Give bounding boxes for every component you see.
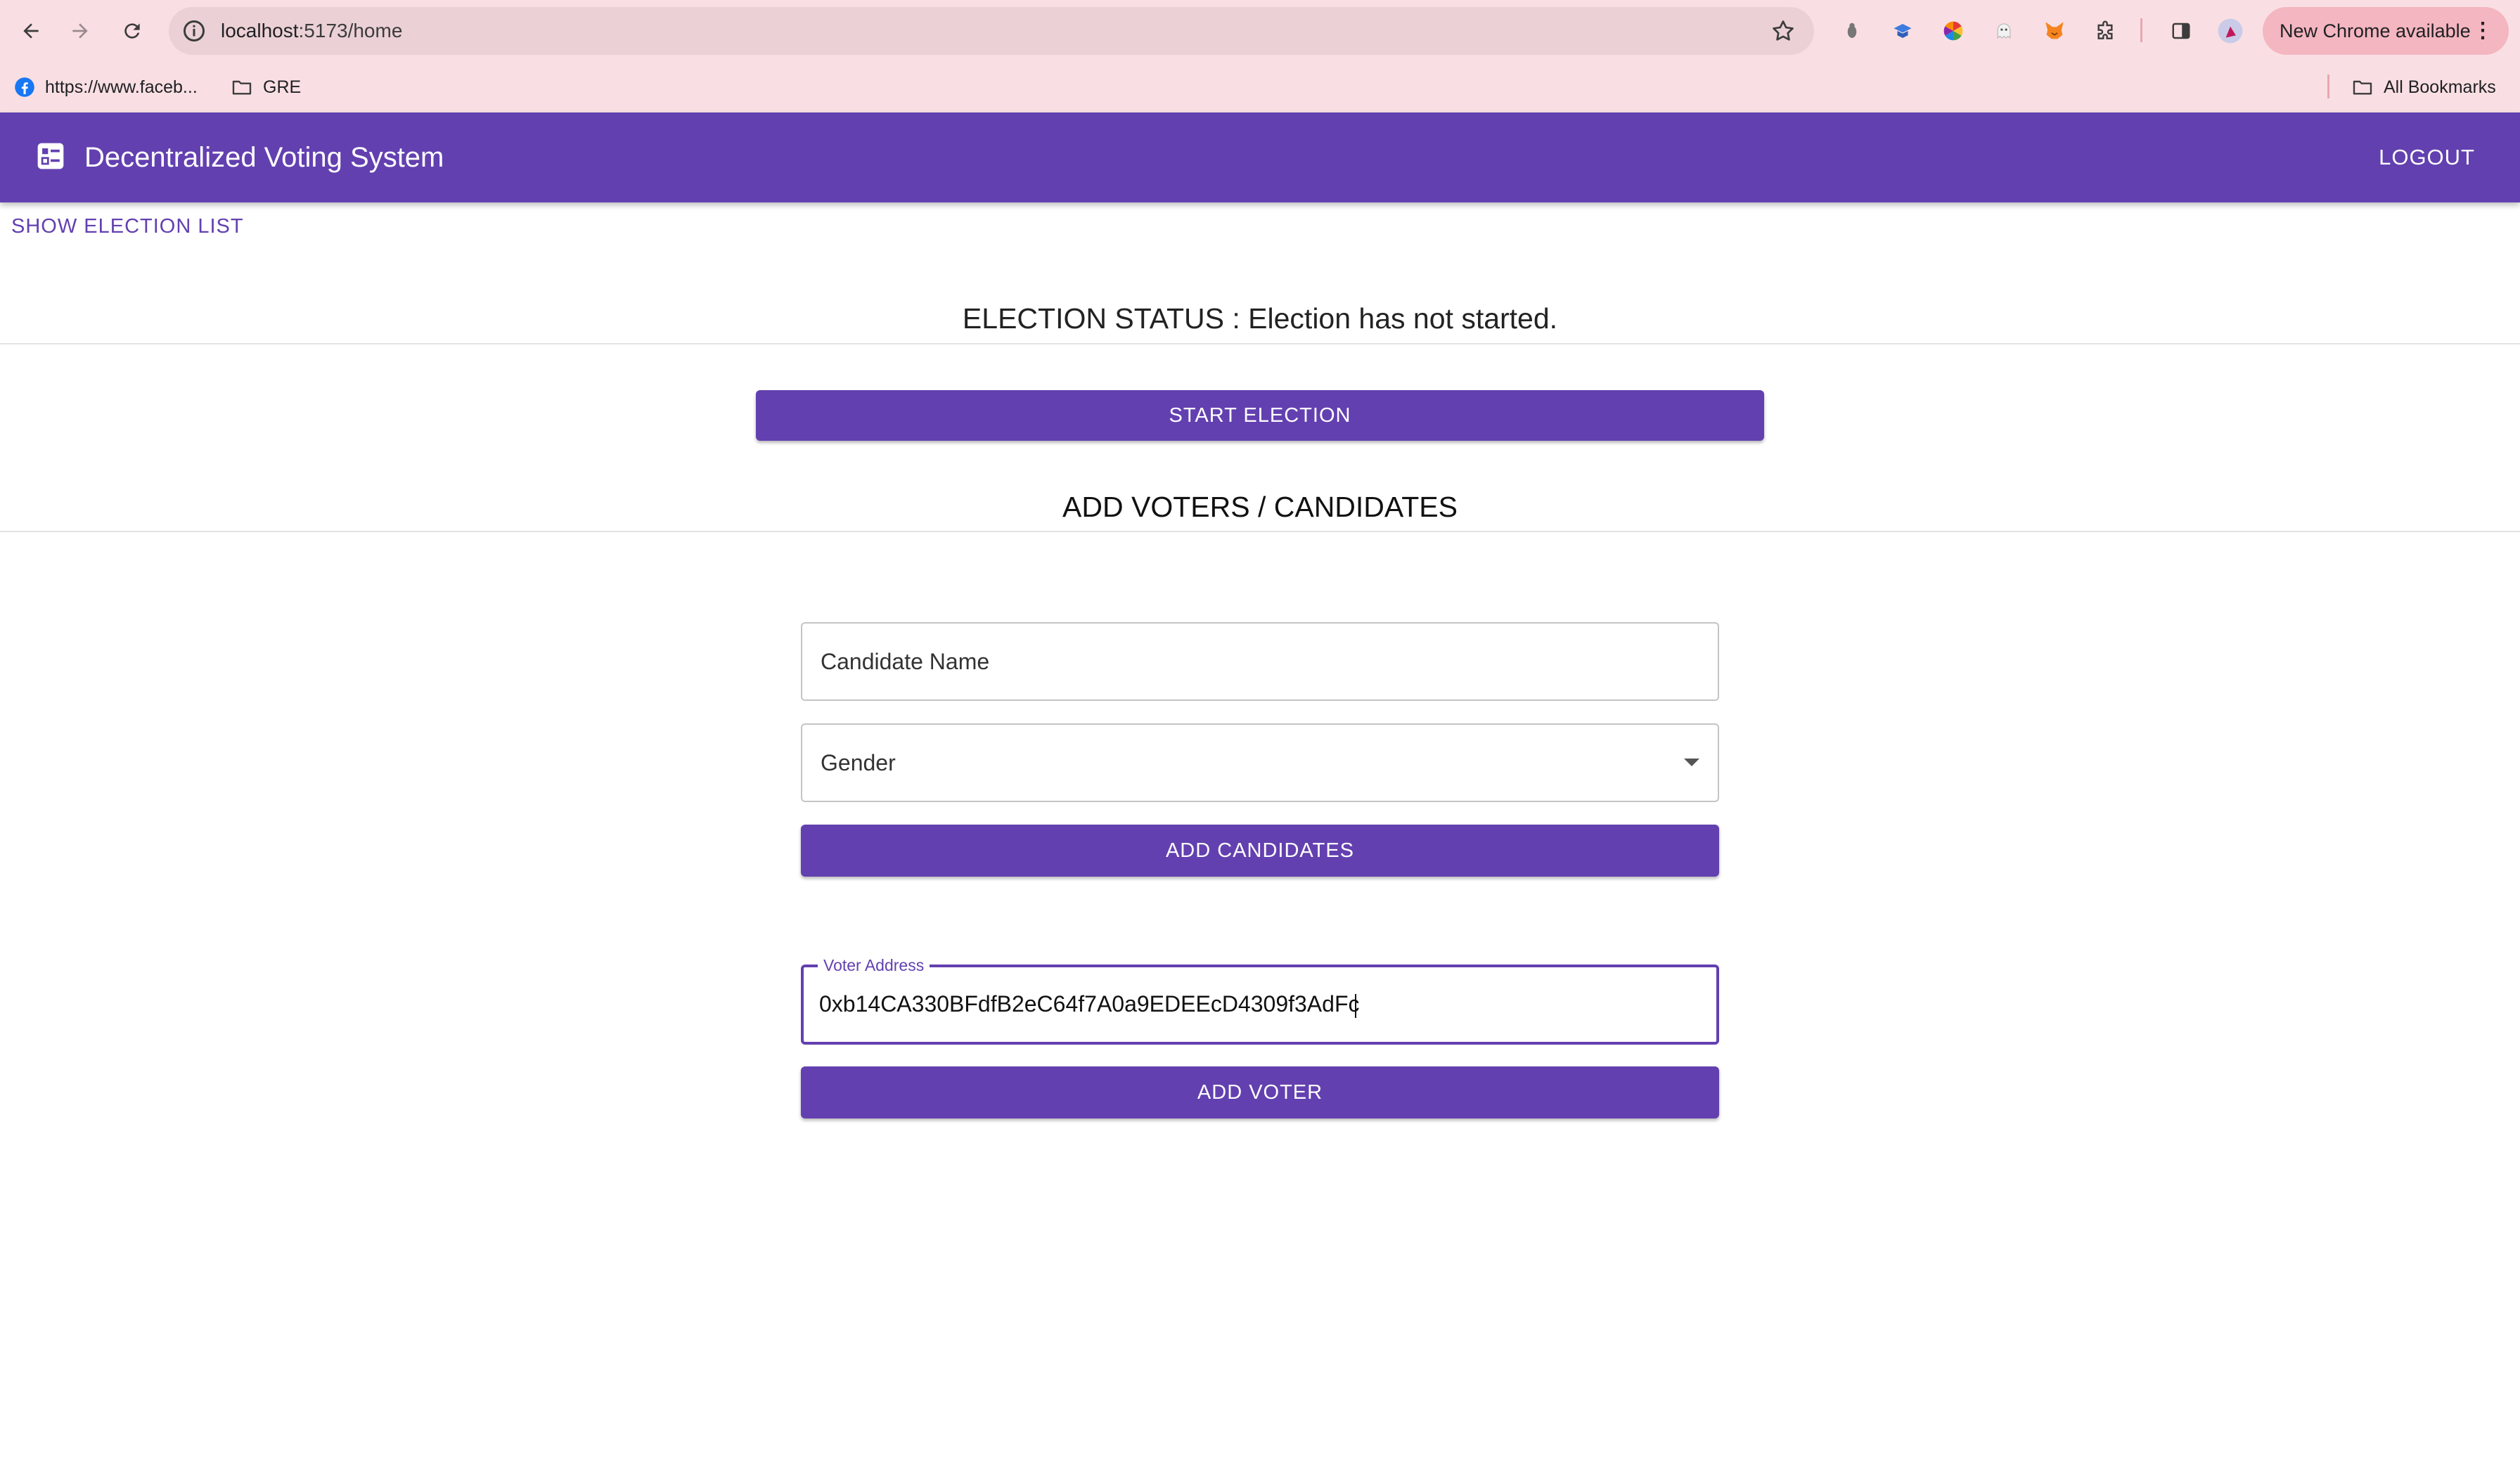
side-panel-icon[interactable] <box>2167 17 2195 45</box>
candidate-name-placeholder: Candidate Name <box>821 649 990 674</box>
site-info-icon[interactable] <box>181 18 207 44</box>
logout-button[interactable]: LOGOUT <box>2379 112 2475 202</box>
reload-icon <box>124 23 140 39</box>
forward-arrow-icon <box>72 23 88 39</box>
browser-toolbar: localhost:5173/home New Chrome available… <box>0 0 2520 62</box>
new-chrome-label: New Chrome available <box>2280 20 2471 41</box>
all-bookmarks-folder[interactable]: All Bookmarks <box>2351 73 2496 101</box>
folder-icon <box>232 80 252 95</box>
reload-button[interactable] <box>115 14 149 48</box>
back-arrow-icon <box>23 23 39 39</box>
graduation-cap-extension-icon[interactable] <box>1889 17 1917 45</box>
url-path: :5173/home <box>298 20 403 41</box>
add-voter-label: ADD VOTER <box>1197 1081 1323 1104</box>
add-candidates-button[interactable]: ADD CANDIDATES <box>801 825 1719 877</box>
bookmark-star-icon[interactable] <box>1770 18 1796 44</box>
bookmark-folder-gre[interactable]: GRE <box>231 73 301 101</box>
candidate-name-field[interactable]: Candidate Name <box>801 622 1719 701</box>
browser-chrome: localhost:5173/home New Chrome available… <box>0 0 2520 112</box>
dropdown-caret-icon <box>1684 759 1699 766</box>
url-host: localhost <box>221 20 299 41</box>
bug-extension-icon[interactable] <box>1838 17 1866 45</box>
status-divider <box>0 343 2520 344</box>
start-election-label: START ELECTION <box>1169 404 1351 427</box>
add-voter-button[interactable]: ADD VOTER <box>801 1066 1719 1118</box>
section-title: ADD VOTERS / CANDIDATES <box>1062 491 1458 523</box>
bookmarks-bar: https://www.faceb... GRE All Bookmarks <box>0 66 2520 107</box>
metamask-fox-icon[interactable] <box>2040 17 2069 45</box>
folder-icon <box>2353 80 2372 95</box>
ghost-extension-icon[interactable] <box>1990 17 2018 45</box>
ballot-list-icon <box>37 143 64 169</box>
extensions-puzzle-icon[interactable] <box>2091 17 2119 45</box>
gender-placeholder: Gender <box>821 750 896 775</box>
voter-address-field[interactable]: Voter Address 0xb14CA330BFdfB2eC64f7A0a9… <box>801 956 1719 1045</box>
all-bookmarks-label: All Bookmarks <box>2384 77 2496 97</box>
bookmarks-separator <box>2327 75 2329 98</box>
show-election-list-link[interactable]: SHOW ELECTION LIST <box>11 215 244 238</box>
more-menu-icon[interactable]: ⋮ <box>2472 7 2493 55</box>
election-status-text: ELECTION STATUS : Election has not start… <box>962 302 1558 335</box>
new-chrome-available-button[interactable]: New Chrome available ⋮ <box>2263 7 2509 55</box>
url-text: localhost:5173/home <box>221 7 402 55</box>
app-title: Decentralized Voting System <box>84 142 444 173</box>
section-divider <box>0 531 2520 532</box>
voter-address-input-text: 0xb14CA330BFdfB2eC64f7A0a9EDEEcD4309f3Ad… <box>819 967 1359 1040</box>
app-header: Decentralized Voting System LOGOUT <box>0 112 2520 202</box>
toolbar-separator <box>2140 18 2142 42</box>
address-bar[interactable]: localhost:5173/home <box>169 7 1814 55</box>
add-candidates-label: ADD CANDIDATES <box>1165 839 1355 862</box>
gender-select[interactable]: Gender <box>801 723 1719 802</box>
facebook-icon <box>15 77 34 97</box>
bookmark-label: https://www.faceb... <box>45 77 198 97</box>
text-cursor <box>1355 993 1357 1018</box>
back-button[interactable] <box>14 14 48 48</box>
bookmark-facebook[interactable]: https://www.faceb... <box>14 73 198 101</box>
profile-avatar-icon[interactable] <box>2216 17 2244 45</box>
color-wheel-extension-icon[interactable] <box>1939 17 1967 45</box>
voter-address-value: 0xb14CA330BFdfB2eC64f7A0a9EDEEcD4309f3Ad… <box>819 991 1360 1017</box>
start-election-button[interactable]: START ELECTION <box>756 390 1764 441</box>
forward-button[interactable] <box>63 14 97 48</box>
bookmark-label: GRE <box>263 77 302 97</box>
